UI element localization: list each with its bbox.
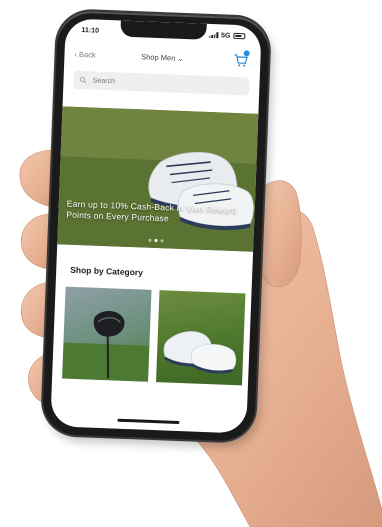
product-photo: 11:10 5G ‹ Back Shop Men ⌄ Search Earn u…: [0, 0, 382, 527]
back-button[interactable]: ‹ Back: [74, 49, 96, 59]
hero-shoes-image: [57, 106, 259, 252]
cart-button[interactable]: [232, 50, 250, 69]
battery-icon: [233, 32, 246, 40]
carousel-dot-active[interactable]: [153, 238, 157, 243]
network-label: 5G: [220, 31, 231, 40]
chevron-down-icon: ⌄: [177, 53, 184, 63]
search-icon: [80, 76, 87, 84]
category-tile-driver[interactable]: [62, 286, 152, 382]
golf-shoes-image: [163, 331, 237, 374]
signal-icon: [208, 32, 219, 39]
golf-driver-image: [62, 311, 150, 382]
carousel-dot[interactable]: [147, 238, 152, 242]
status-indicators: 5G: [208, 31, 246, 40]
phone-screen: 11:10 5G ‹ Back Shop Men ⌄ Search Earn u…: [50, 18, 262, 434]
page-title[interactable]: Shop Men: [141, 52, 176, 62]
status-time: 11:10: [81, 26, 100, 35]
search-bar[interactable]: [73, 70, 250, 96]
category-tile-shoes[interactable]: [156, 290, 246, 386]
home-indicator: [117, 418, 180, 425]
carousel-dot[interactable]: [159, 239, 163, 243]
search-input[interactable]: [90, 75, 244, 91]
phone-notch: [120, 20, 207, 40]
cart-badge: [243, 50, 250, 57]
section-title: Shop by Category: [70, 264, 144, 278]
hero-banner[interactable]: Earn up to 10% Cash-Back in Vivo Reward …: [57, 106, 259, 252]
chevron-left-icon: ‹: [74, 49, 78, 59]
back-label: Back: [78, 49, 96, 60]
smartphone: 11:10 5G ‹ Back Shop Men ⌄ Search Earn u…: [41, 10, 271, 442]
